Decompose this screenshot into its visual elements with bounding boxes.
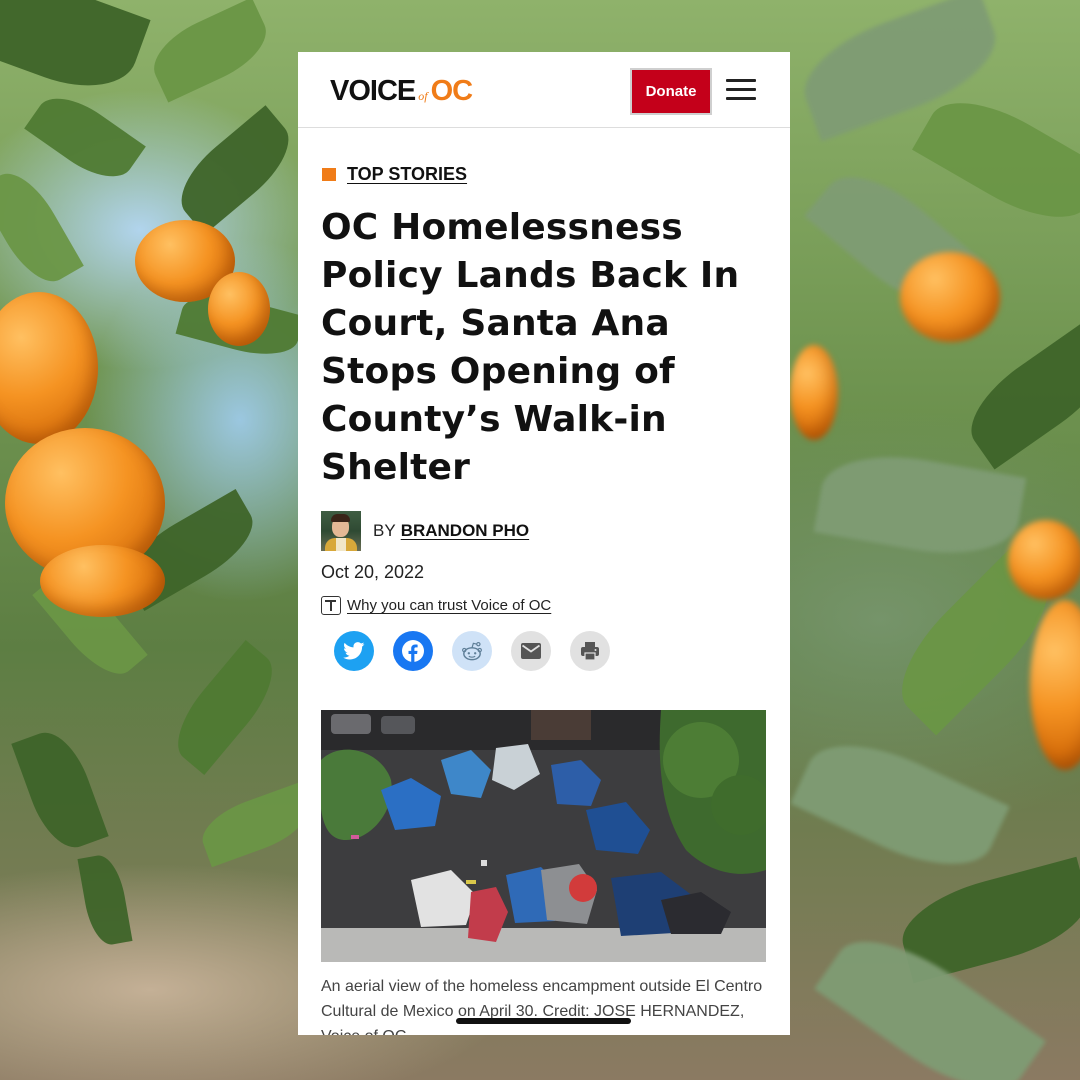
reddit-icon[interactable] (452, 631, 492, 671)
category-link[interactable]: TOP STORIES (347, 164, 467, 185)
photo-caption: An aerial view of the homeless encampmen… (321, 978, 763, 1035)
logo-voice-text: VOICE (330, 75, 416, 107)
byline-prefix: BY (373, 521, 396, 540)
home-indicator-bar[interactable] (456, 1018, 631, 1024)
byline: BY BRANDON PHO (321, 511, 529, 551)
voice-of-oc-logo[interactable]: VOICE of OC (330, 74, 473, 113)
trust-link[interactable]: Why you can trust Voice of OC (347, 597, 551, 614)
author-link[interactable]: BRANDON PHO (401, 521, 529, 541)
print-icon[interactable] (570, 631, 610, 671)
site-header: VOICE of OC Donate (298, 52, 790, 128)
trust-link-row[interactable]: Why you can trust Voice of OC (321, 596, 551, 615)
logo-oc-text: OC (430, 75, 473, 107)
hamburger-menu-icon[interactable] (726, 79, 756, 105)
article-headline: OC Homelessness Policy Lands Back In Cou… (321, 207, 740, 488)
donate-button[interactable]: Donate (630, 68, 712, 115)
logo-of-text: of (418, 89, 428, 103)
publish-date: Oct 20, 2022 (321, 562, 425, 582)
email-icon[interactable] (511, 631, 551, 671)
share-buttons (334, 631, 629, 671)
article-hero-photo[interactable] (321, 710, 766, 962)
article-card: VOICE of OC Donate TOP STORIES OC Homeless… (298, 52, 790, 1035)
author-avatar[interactable] (321, 511, 361, 551)
category-tag[interactable]: TOP STORIES (322, 164, 467, 185)
category-square-icon (322, 168, 336, 181)
twitter-icon[interactable] (334, 631, 374, 671)
facebook-icon[interactable] (393, 631, 433, 671)
trust-badge-icon (321, 596, 341, 615)
